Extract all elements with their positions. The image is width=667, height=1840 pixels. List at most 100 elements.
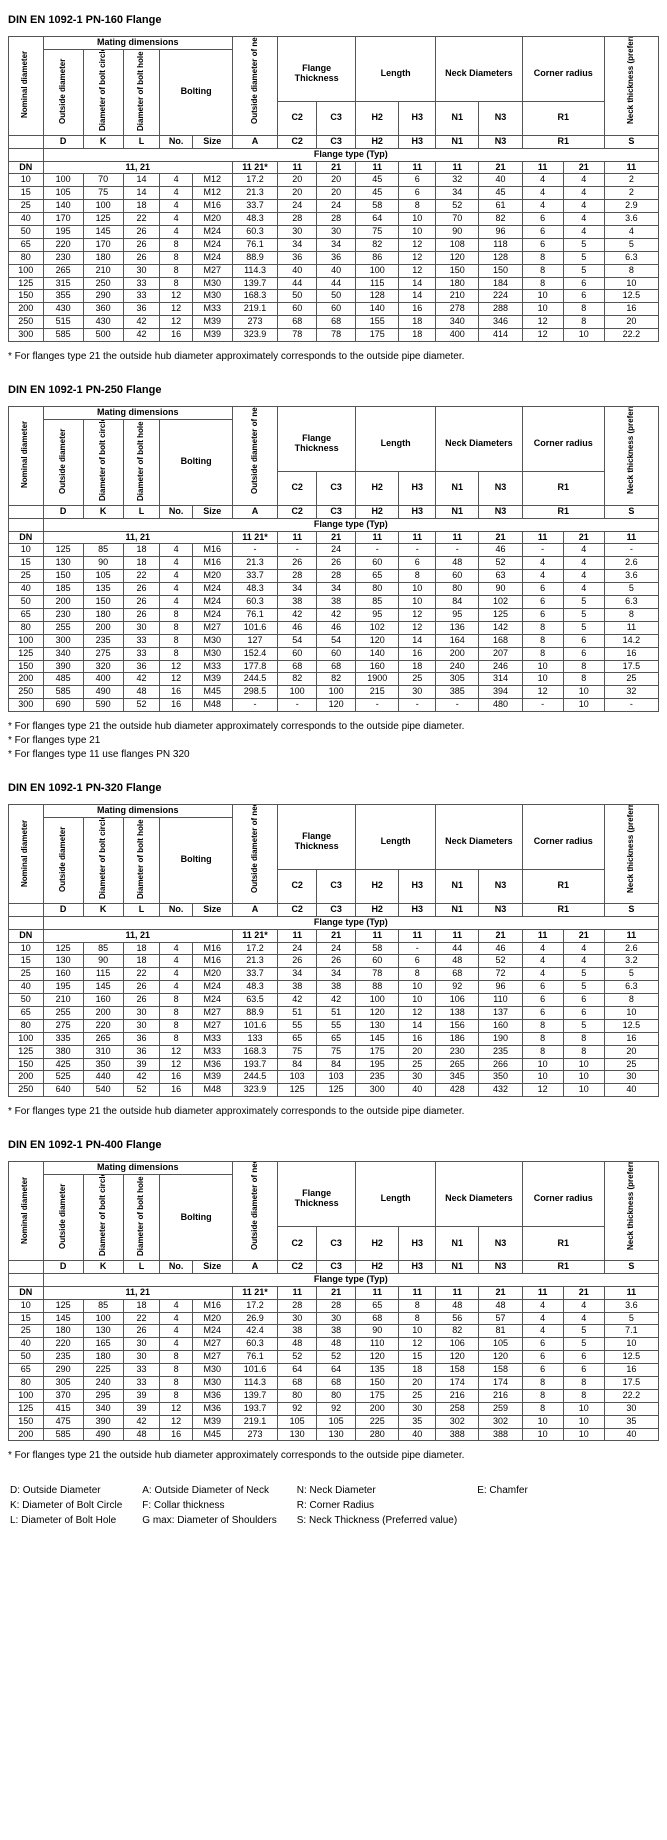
table-row: 1253803103612M33168.37575175202302358820 — [9, 1045, 659, 1058]
cell: 52 — [436, 200, 479, 213]
cell: 16 — [160, 329, 192, 342]
cell: M33 — [192, 303, 232, 316]
cell: 35 — [399, 1415, 436, 1428]
cell: 60.3 — [232, 226, 277, 239]
cell: 485 — [43, 673, 83, 686]
cell: 33 — [123, 277, 160, 290]
cell: 4 — [160, 174, 192, 187]
cell: 120 — [356, 1006, 399, 1019]
cell: 8 — [522, 251, 563, 264]
cell: 145 — [83, 981, 123, 994]
cell: 75 — [83, 187, 123, 200]
cell: 25 — [9, 570, 44, 583]
cell: 90 — [356, 1325, 399, 1338]
cell: 180 — [436, 277, 479, 290]
cell: 585 — [43, 1428, 83, 1441]
cell: 4 — [563, 955, 604, 968]
cell: - — [436, 699, 479, 712]
cell: 33 — [123, 1377, 160, 1390]
cell: 140 — [43, 200, 83, 213]
cell: 130 — [43, 557, 83, 570]
table-row: 50195145264M2460.3303075109096644 — [9, 226, 659, 239]
cell: 690 — [43, 699, 83, 712]
cell: 8 — [160, 634, 192, 647]
cell: 70 — [436, 213, 479, 226]
cell: 106 — [436, 994, 479, 1007]
cell: 30 — [123, 1006, 160, 1019]
cell: 52 — [278, 1351, 317, 1364]
cell: 139.7 — [232, 1389, 277, 1402]
legend: D: Outside DiameterA: Outside Diameter o… — [8, 1483, 548, 1530]
cell: 10 — [522, 1071, 563, 1084]
cell: 75 — [356, 226, 399, 239]
cell: 230 — [43, 608, 83, 621]
cell: 6 — [522, 1364, 563, 1377]
cell: 340 — [83, 1402, 123, 1415]
cell: 10 — [522, 673, 563, 686]
cell: 8 — [563, 303, 604, 316]
cell: 30 — [399, 1071, 436, 1084]
cell: 10 — [9, 174, 44, 187]
cell: M24 — [192, 994, 232, 1007]
table-row: 100300235338M301275454120141641688614.2 — [9, 634, 659, 647]
cell: 50 — [9, 596, 44, 609]
cell: 30 — [123, 1338, 160, 1351]
cell: 38 — [278, 596, 317, 609]
cell: 305 — [436, 673, 479, 686]
cell: 2.9 — [604, 200, 658, 213]
cell: 235 — [356, 1071, 399, 1084]
cell: 42 — [123, 673, 160, 686]
cell: 76.1 — [232, 608, 277, 621]
cell: 4 — [563, 557, 604, 570]
cell: 18 — [123, 955, 160, 968]
cell: 6 — [563, 1006, 604, 1019]
cell: 415 — [43, 1402, 83, 1415]
cell: - — [399, 942, 436, 955]
cell: 12 — [522, 329, 563, 342]
table-row: 1513090184M1621.326266064852443.2 — [9, 955, 659, 968]
table-row: 1012585184M1617.228286584848443.6 — [9, 1299, 659, 1312]
cell: M16 — [192, 942, 232, 955]
cell: 4 — [160, 1299, 192, 1312]
table-row: 1504253503912M36193.78484195252652661010… — [9, 1058, 659, 1071]
flange-table: Nominal diameter Mating dimensions Outsi… — [8, 1161, 659, 1441]
cell: 4 — [522, 942, 563, 955]
cell: 10 — [399, 226, 436, 239]
cell: 40 — [9, 213, 44, 226]
cell: 288 — [479, 303, 522, 316]
cell: 68 — [317, 1377, 356, 1390]
cell: 150 — [479, 264, 522, 277]
cell: 68 — [278, 1377, 317, 1390]
cell: 36 — [123, 1032, 160, 1045]
cell: 42 — [123, 1071, 160, 1084]
table-row: 50210160268M2463.5424210010106110668 — [9, 994, 659, 1007]
cell: 145 — [356, 1032, 399, 1045]
cell: 40 — [9, 981, 44, 994]
cell: 26 — [278, 557, 317, 570]
cell: 28 — [317, 1299, 356, 1312]
cell: 246 — [479, 660, 522, 673]
cell: M24 — [192, 596, 232, 609]
cell: 6 — [399, 557, 436, 570]
legend-item: N: Neck Diameter — [297, 1485, 475, 1498]
cell: 280 — [356, 1428, 399, 1441]
cell: 8 — [160, 621, 192, 634]
cell: 4 — [522, 570, 563, 583]
cell: M27 — [192, 1338, 232, 1351]
cell: 290 — [43, 1364, 83, 1377]
cell: 30 — [123, 621, 160, 634]
table-row: 2004303603612M33219.16060140162782881081… — [9, 303, 659, 316]
cell: 142 — [479, 621, 522, 634]
cell: 88.9 — [232, 1006, 277, 1019]
cell: 8 — [399, 200, 436, 213]
cell: 65 — [9, 1006, 44, 1019]
cell: 60.3 — [232, 1338, 277, 1351]
cell: 8 — [399, 1312, 436, 1325]
cell: 125 — [43, 942, 83, 955]
cell: 86 — [356, 251, 399, 264]
cell: 90 — [83, 955, 123, 968]
cell: 22 — [123, 1312, 160, 1325]
legend-item: E: Chamfer — [477, 1485, 546, 1498]
cell: 60 — [356, 955, 399, 968]
cell: 92 — [317, 1402, 356, 1415]
